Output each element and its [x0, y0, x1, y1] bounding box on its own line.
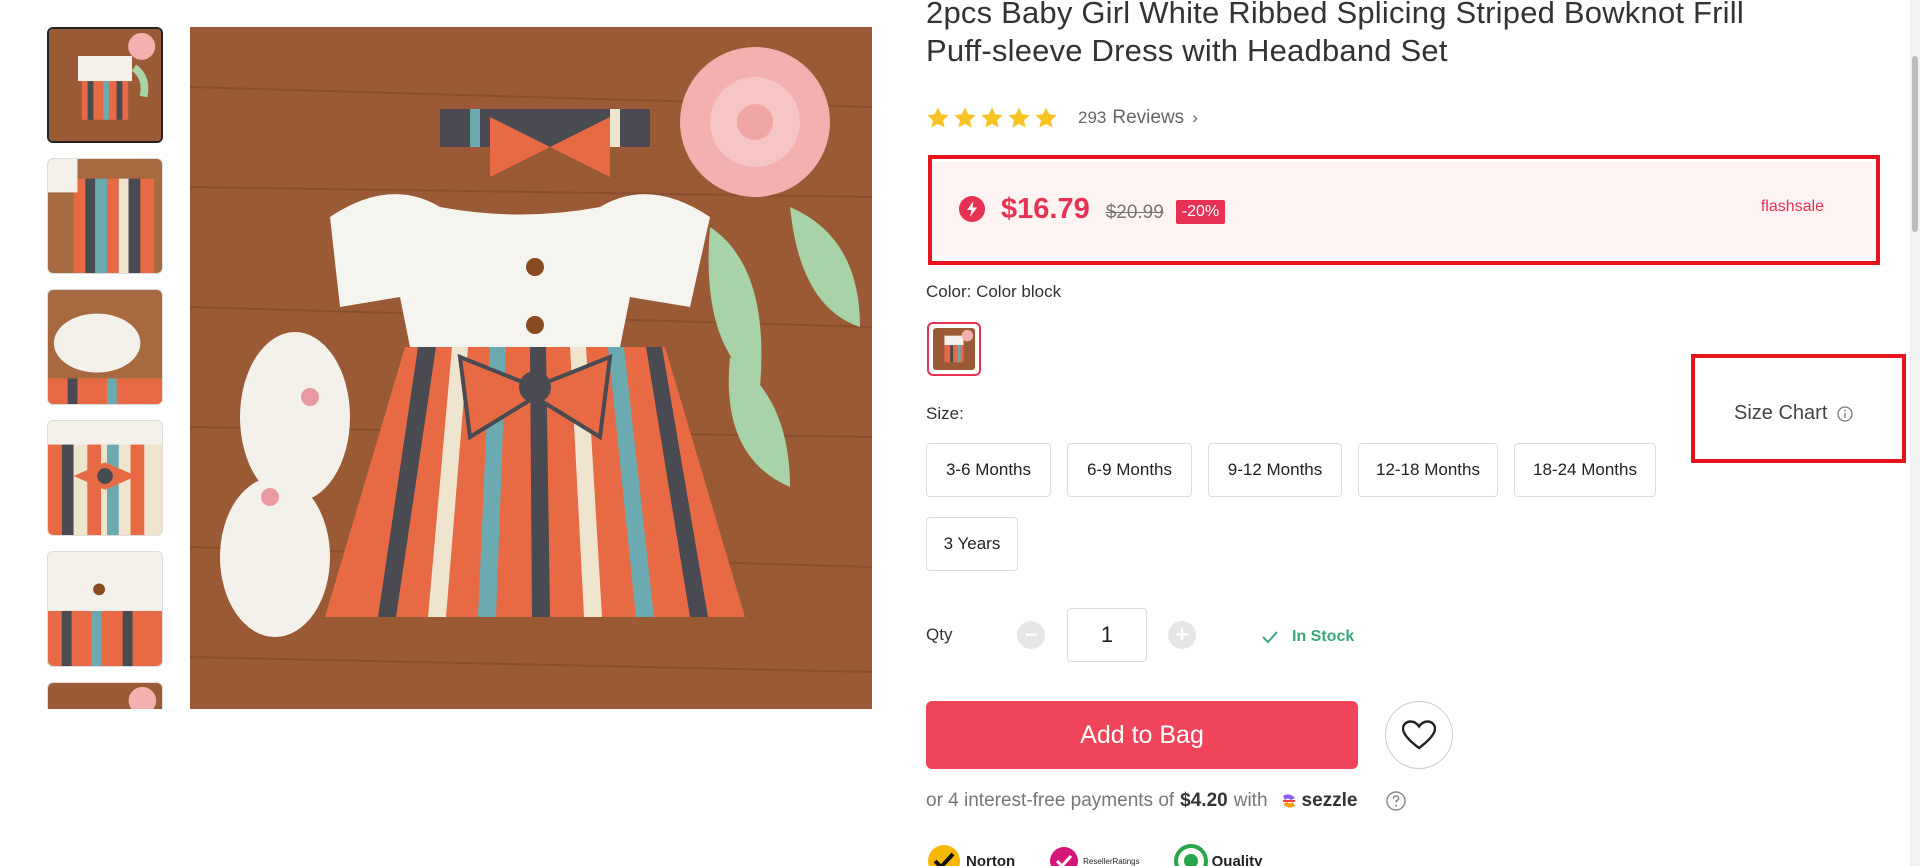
stock-status: In Stock — [1262, 628, 1354, 646]
quality-label: Quality — [1211, 852, 1263, 866]
norton-label: Norton — [966, 852, 1016, 866]
thumbnail-1[interactable] — [47, 27, 163, 143]
norton-badge: Norton — [926, 843, 1015, 866]
sezzle-logo: sezzle — [1280, 790, 1358, 812]
discount-badge: -20% — [1175, 200, 1226, 224]
resellerratings-label: ResellerRatings — [1083, 856, 1140, 866]
size-option[interactable]: 18-24 Months — [1514, 443, 1656, 497]
thumbnail-5[interactable] — [47, 551, 163, 667]
size-chart-label: Size Chart — [1734, 402, 1828, 424]
qty-label: Qty — [926, 625, 953, 644]
thumbnail-gallery — [47, 27, 163, 709]
installment-suffix: with — [1233, 790, 1268, 811]
size-option[interactable]: 12-18 Months — [1358, 443, 1498, 497]
original-price: $20.99 — [1105, 202, 1164, 223]
star-icon — [954, 107, 976, 128]
sezzle-icon — [1282, 794, 1295, 808]
installment-prefix: or 4 interest-free payments of — [926, 790, 1175, 811]
installment-amount: $4.20 — [1180, 790, 1228, 811]
norton-check-icon — [928, 845, 960, 866]
review-count[interactable]: 293 — [1078, 108, 1106, 128]
main-product-image[interactable] — [190, 27, 872, 709]
star-icon — [1008, 107, 1030, 128]
check-icon — [1262, 631, 1278, 644]
qty-decrease-button[interactable]: − — [1017, 621, 1045, 649]
qty-increase-button[interactable]: + — [1168, 621, 1196, 649]
star-rating — [926, 106, 1058, 130]
product-title: 2pcs Baby Girl White Ribbed Splicing Str… — [926, 0, 1866, 70]
info-icon — [1837, 405, 1854, 422]
flash-bolt-icon — [959, 196, 985, 222]
reviews-link[interactable]: Reviews — [1112, 107, 1184, 129]
flashsale-label: flashsale — [1760, 198, 1824, 215]
size-label: Size: — [926, 404, 964, 423]
star-icon — [927, 107, 949, 128]
product-title-line-1: 2pcs Baby Girl White Ribbed Splicing Str… — [926, 0, 1744, 30]
size-option[interactable]: 3-6 Months — [926, 443, 1051, 497]
size-option[interactable]: 6-9 Months — [1067, 443, 1192, 497]
quality-badge: Quality — [1173, 844, 1263, 866]
quality-icon — [1173, 844, 1208, 866]
rating-row[interactable]: 293 Reviews › — [926, 104, 1198, 132]
stock-label: In Stock — [1292, 628, 1355, 645]
price-box: $16.79 $20.99 -20% flashsale — [933, 162, 1872, 256]
current-price: $16.79 — [1001, 192, 1090, 225]
heart-icon — [1402, 720, 1436, 750]
thumbnail-3[interactable] — [47, 289, 163, 405]
size-chart-link[interactable]: Size Chart — [1734, 402, 1854, 425]
color-label: Color: Color block — [926, 282, 1062, 301]
resellerratings-icon — [1050, 847, 1079, 866]
size-option[interactable]: 9-12 Months — [1208, 443, 1342, 497]
thumbnail-6[interactable] — [47, 682, 163, 709]
scrollbar-thumb[interactable] — [1912, 56, 1918, 232]
sezzle-label: sezzle — [1301, 790, 1358, 811]
product-title-line-2: Puff-sleeve Dress with Headband Set — [926, 33, 1448, 68]
chevron-right-icon[interactable]: › — [1192, 108, 1198, 128]
installment-info: or 4 interest-free payments of $4.20 wit… — [926, 790, 1406, 812]
trust-badges: Norton ResellerRatings Quality — [926, 843, 1262, 866]
thumbnail-2[interactable] — [47, 158, 163, 274]
resellerratings-badge: ResellerRatings — [1049, 846, 1140, 866]
size-option[interactable]: 3 Years — [926, 517, 1018, 571]
color-swatch[interactable] — [927, 322, 981, 376]
help-icon[interactable] — [1385, 791, 1406, 811]
wishlist-button[interactable] — [1385, 701, 1453, 769]
thumbnail-4[interactable] — [47, 420, 163, 536]
page-scrollbar[interactable] — [1910, 0, 1920, 866]
qty-input[interactable] — [1067, 608, 1147, 662]
star-icon — [981, 107, 1003, 128]
star-icon — [1035, 107, 1057, 128]
add-to-bag-button[interactable]: Add to Bag — [926, 701, 1358, 769]
